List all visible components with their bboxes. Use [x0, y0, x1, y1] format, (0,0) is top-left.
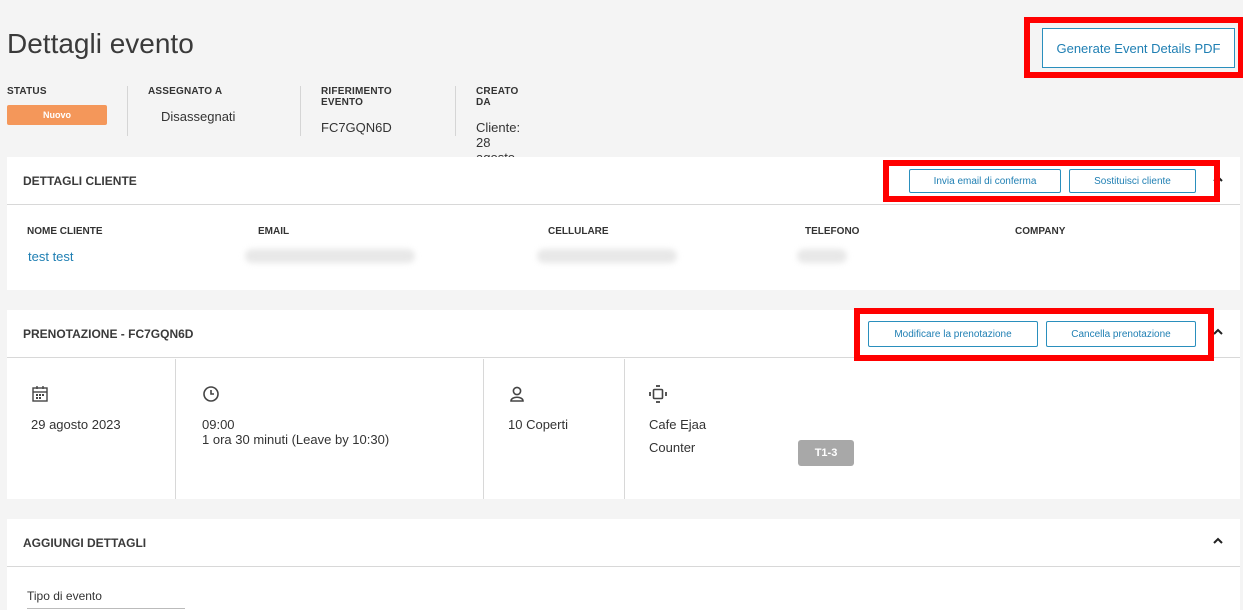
modify-booking-button[interactable]: Modificare la prenotazione	[868, 321, 1038, 347]
chevron-up-icon[interactable]	[1212, 535, 1224, 550]
table-icon	[649, 385, 667, 403]
email-column: EMAIL	[258, 226, 290, 237]
created-field: CREATO DA Cliente: 28 agosto 2023 11:06	[476, 86, 520, 195]
details-card-header[interactable]: AGGIUNGI DETTAGLI	[7, 519, 1240, 567]
status-label: STATUS	[7, 86, 47, 97]
customer-card-header[interactable]: DETTAGLI CLIENTE Invia email di conferma…	[7, 157, 1240, 205]
customer-name-link[interactable]: test test	[28, 249, 74, 264]
booking-date: 29 agosto 2023	[31, 417, 121, 432]
reference-value: FC7GQN6D	[321, 120, 392, 135]
assigned-value[interactable]: Disassegnati	[161, 109, 235, 124]
clock-icon	[202, 385, 220, 403]
generate-pdf-button[interactable]: Generate Event Details PDF	[1042, 28, 1235, 68]
cancel-booking-button[interactable]: Cancella prenotazione	[1046, 321, 1196, 347]
booking-table-cell: Cafe Ejaa Counter	[625, 359, 1240, 499]
customer-card: DETTAGLI CLIENTE Invia email di conferma…	[7, 157, 1240, 290]
status-field: STATUS Nuovo	[7, 86, 107, 136]
company-column: COMPANY	[1015, 226, 1066, 237]
calendar-icon	[31, 385, 49, 403]
created-label: CREATO DA	[476, 86, 519, 108]
replace-customer-button[interactable]: Sostituisci cliente	[1069, 169, 1196, 193]
booking-card: PRENOTAZIONE - FC7GQN6D Modificare la pr…	[7, 310, 1240, 499]
cell-divider	[175, 359, 176, 499]
booking-details-row: 29 agosto 2023 09:00 1 ora 30 minuti (Le…	[7, 359, 1240, 499]
booking-date-cell: 29 agosto 2023	[7, 359, 175, 499]
person-icon	[508, 385, 526, 403]
redacted-email	[245, 249, 415, 263]
details-card-title: AGGIUNGI DETTAGLI	[23, 536, 147, 550]
booking-covers: 10 Coperti	[508, 417, 568, 432]
page-title: Dettagli evento	[7, 28, 194, 59]
chevron-up-icon[interactable]	[1212, 326, 1224, 341]
reference-field: RIFERIMENTO EVENTO FC7GQN6D	[321, 86, 392, 136]
send-confirmation-email-button[interactable]: Invia email di conferma	[909, 169, 1061, 193]
redacted-mobile	[537, 249, 677, 263]
chevron-up-icon[interactable]	[1212, 173, 1224, 188]
assigned-label: ASSEGNATO A	[148, 86, 223, 97]
table-tag[interactable]: T1-3	[798, 440, 854, 466]
booking-card-header[interactable]: PRENOTAZIONE - FC7GQN6D Modificare la pr…	[7, 310, 1240, 358]
booking-card-title: PRENOTAZIONE - FC7GQN6D	[23, 327, 194, 341]
booking-time-cell: 09:00 1 ora 30 minuti (Leave by 10:30)	[178, 359, 483, 499]
booking-venue: Cafe Ejaa	[649, 417, 707, 432]
booking-duration: 1 ora 30 minuti (Leave by 10:30)	[202, 432, 390, 447]
event-type-label: Tipo di evento	[27, 589, 102, 603]
customer-card-title: DETTAGLI CLIENTE	[23, 174, 137, 188]
details-card: AGGIUNGI DETTAGLI Tipo di evento	[7, 519, 1240, 610]
booking-time: 09:00	[202, 417, 235, 432]
phone-column: TELEFONO	[805, 226, 860, 237]
meta-divider	[455, 86, 456, 136]
mobile-column: CELLULARE	[548, 226, 609, 237]
meta-divider	[300, 86, 301, 136]
redacted-phone	[797, 249, 847, 263]
booking-covers-cell: 10 Coperti	[484, 359, 624, 499]
booking-area: Counter	[649, 440, 696, 455]
customer-name-column: NOME CLIENTE	[27, 226, 103, 237]
reference-label: RIFERIMENTO EVENTO	[321, 86, 392, 108]
meta-divider	[127, 86, 128, 136]
assigned-field: ASSEGNATO A Disassegnati	[148, 86, 235, 136]
status-badge: Nuovo	[7, 105, 107, 125]
event-type-input-line[interactable]	[27, 608, 185, 609]
